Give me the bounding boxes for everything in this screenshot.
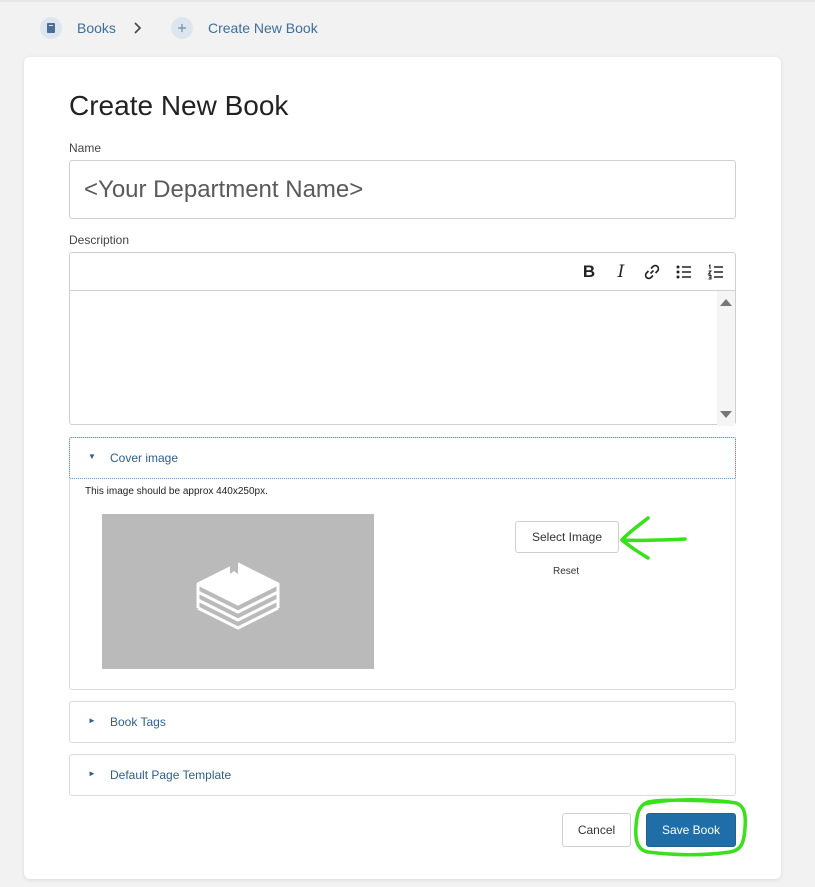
default-page-template-section[interactable]: ► Default Page Template <box>69 754 736 796</box>
name-input[interactable] <box>69 160 736 219</box>
plus-icon[interactable] <box>171 17 193 39</box>
breadcrumb-books-link[interactable]: Books <box>77 20 116 36</box>
editor-content-area[interactable] <box>70 291 735 426</box>
scroll-down-arrow-icon[interactable] <box>720 411 732 418</box>
cancel-button[interactable]: Cancel <box>562 813 631 847</box>
book-tags-section[interactable]: ► Book Tags <box>69 701 736 743</box>
name-label: Name <box>69 141 102 155</box>
breadcrumb-create-book-link[interactable]: Create New Book <box>208 20 318 36</box>
scroll-up-arrow-icon[interactable] <box>720 299 732 306</box>
page-title: Create New Book <box>69 90 289 121</box>
bold-icon[interactable]: B <box>578 261 600 283</box>
cover-image-toggle[interactable]: ▼ Cover image <box>69 437 736 479</box>
default-page-template-toggle[interactable]: ► Default Page Template <box>70 755 735 795</box>
select-image-button[interactable]: Select Image <box>515 521 619 553</box>
editor-toolbar: B I <box>70 253 735 291</box>
top-border <box>0 0 815 2</box>
cover-image-heading: Cover image <box>110 451 179 465</box>
triangle-down-icon: ▼ <box>88 452 96 461</box>
reset-image-link[interactable]: Reset <box>553 566 579 577</box>
books-placeholder-icon <box>196 561 280 629</box>
cover-image-hint: This image should be approx 440x250px. <box>85 486 268 497</box>
bullet-list-icon[interactable] <box>673 261 695 283</box>
book-tags-toggle[interactable]: ► Book Tags <box>70 702 735 742</box>
description-label: Description <box>69 233 130 247</box>
italic-icon[interactable]: I <box>610 261 632 283</box>
cover-image-section: ▼ Cover image This image should be appro… <box>69 437 736 690</box>
numbered-list-icon[interactable] <box>705 261 727 283</box>
book-icon[interactable] <box>40 17 62 39</box>
link-icon[interactable] <box>641 261 663 283</box>
editor-scrollbar[interactable] <box>717 291 735 426</box>
default-page-template-heading: Default Page Template <box>110 768 232 782</box>
save-book-button[interactable]: Save Book <box>646 813 736 847</box>
cover-image-preview <box>102 514 374 669</box>
triangle-right-icon: ► <box>88 716 96 725</box>
description-editor: B I <box>69 252 736 426</box>
book-tags-heading: Book Tags <box>110 715 166 729</box>
triangle-right-icon: ► <box>88 769 96 778</box>
chevron-right-icon <box>133 20 143 41</box>
